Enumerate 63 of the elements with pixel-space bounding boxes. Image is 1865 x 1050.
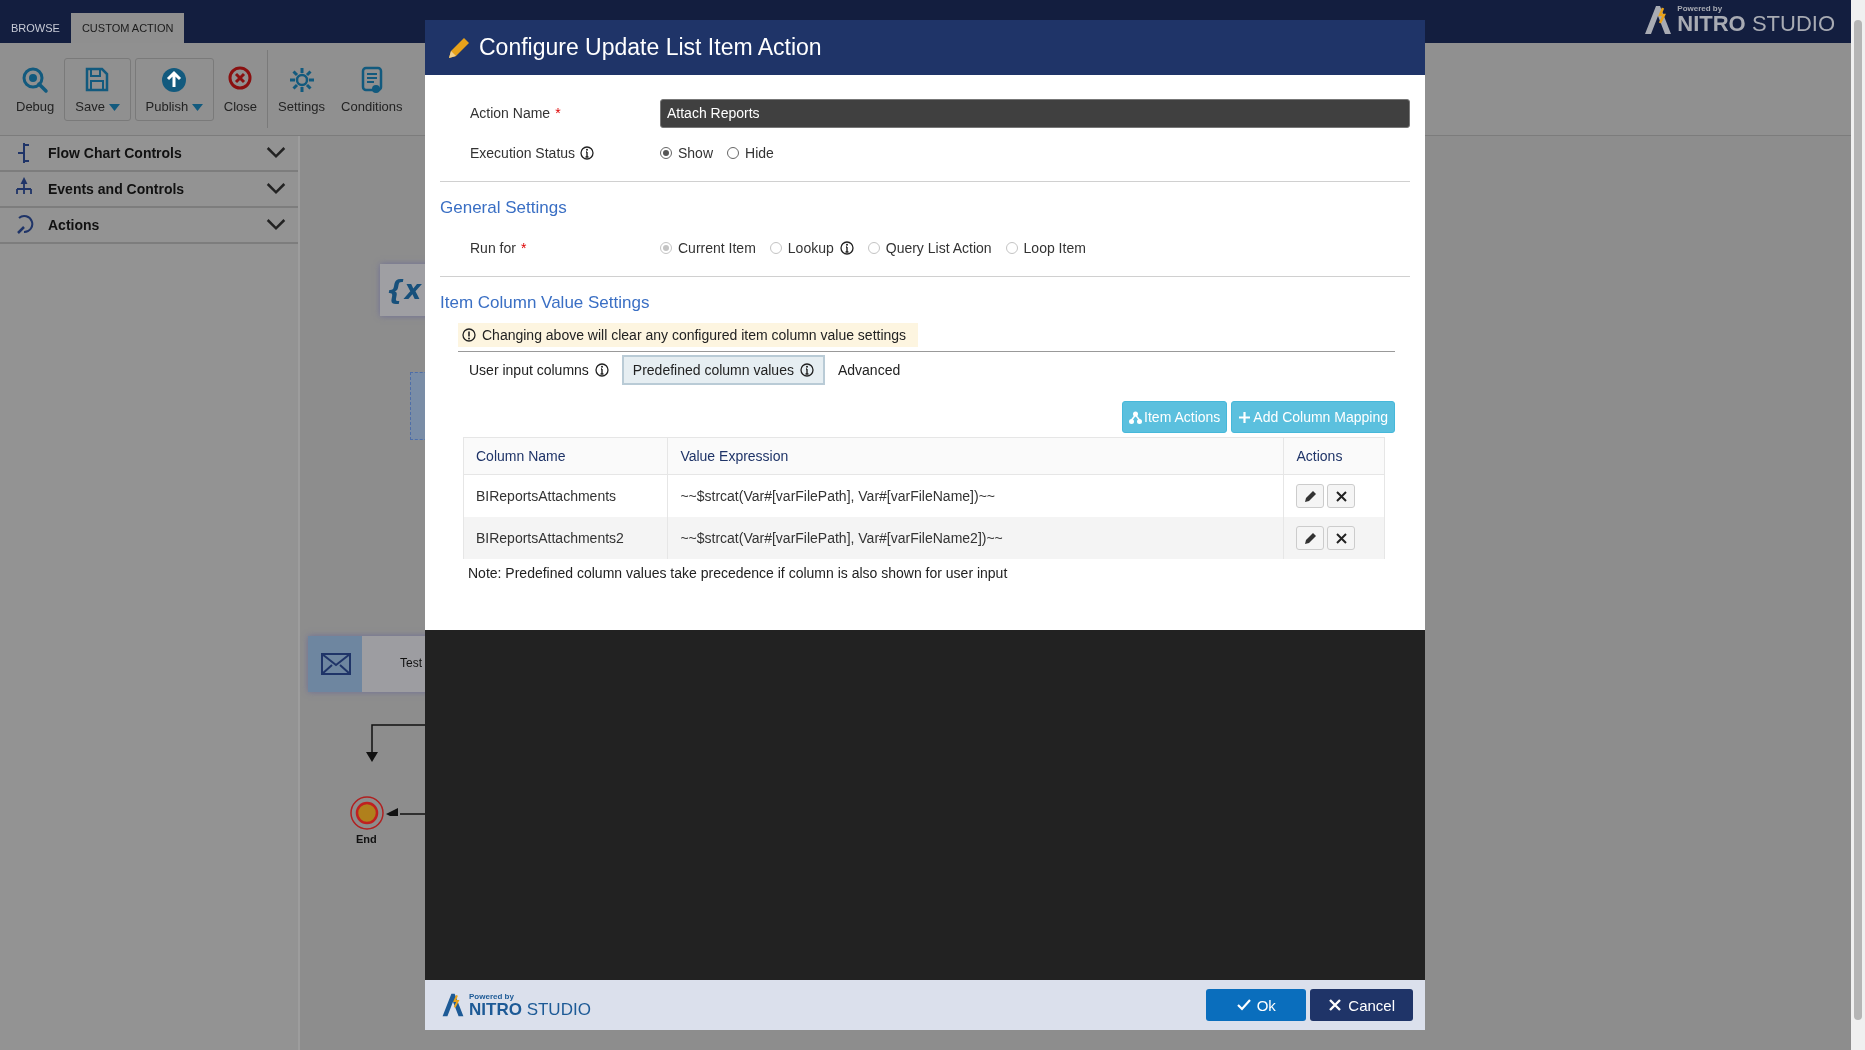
close-icon [1334,531,1348,545]
delete-button[interactable] [1327,484,1356,508]
caret-icon [191,103,203,111]
tab[interactable]: Advanced [826,355,912,385]
hierarchy-icon [1129,410,1143,424]
warning-text: Changing above will clear any configured item column value settings [482,327,907,343]
cancel-button[interactable]: Cancel [1310,989,1413,1021]
radio-label: Query List Action [885,240,992,256]
nitro-logo-icon [1643,4,1674,36]
section-heading: General Settings [440,198,568,218]
radio-label: Current Item [678,240,756,256]
edit-button[interactable] [1296,484,1325,508]
field-label: Action Name * [470,105,562,121]
envelope-icon [318,651,352,677]
radio-label: Lookup [787,240,834,256]
pencil-icon [1303,531,1317,545]
node-label: End [356,833,377,845]
ok-button[interactable]: Ok [1206,989,1307,1021]
toolbar-button[interactable]: Close [217,57,264,121]
field-label: Run for * [470,240,528,256]
sidebar-section[interactable]: Actions [0,208,298,244]
warning-icon [462,328,476,342]
toolbar-button[interactable]: Publish [134,57,214,121]
sidebar-section[interactable]: Events and Controls [0,172,298,208]
edit-button[interactable] [1296,526,1325,550]
tab[interactable]: Predefined column values [621,355,825,385]
sidebar-section[interactable]: Flow Chart Controls [0,136,298,172]
tab[interactable]: User input columns [458,355,620,385]
dialog-title: Configure Update List Item Action [479,34,822,61]
info-icon [580,146,595,160]
pencil-icon [1303,489,1317,503]
toolbar-button[interactable]: Settings [272,57,332,121]
info-icon [799,363,814,377]
column-header: Actions [1283,437,1385,475]
action-name-field[interactable]: Attach Reports [660,98,1410,128]
caret-icon [108,103,120,111]
node-label: Test [399,655,422,672]
brand-name: NITRO STUDIO [1677,13,1835,35]
brand-tagline: Powered by [469,992,515,1001]
ribbon-tab[interactable]: BROWSE [0,13,71,43]
plus-icon [1238,410,1252,424]
nitro-logo-icon [441,992,465,1018]
brand-tagline: Powered by [1677,5,1724,13]
toolbar-button[interactable]: Debug [10,57,61,121]
column-header: Value Expression [667,437,1284,475]
note-text: Note: Predefined column values take precedence if column is also shown for user input [468,565,1009,581]
table-cell: ~~$strcat(Var#[varFilePath], Var#[varFileName2])~~ [667,517,1284,559]
scrollbar-thumb[interactable] [1854,20,1862,1020]
radio-label: Show [678,145,714,161]
brand-name: NITRO STUDIO [469,1000,591,1018]
toolbar-button[interactable]: Save [64,57,131,121]
checkmark-icon [1236,998,1251,1012]
info-icon [594,363,609,377]
delete-button[interactable] [1327,526,1356,550]
field-label: Execution Status [470,145,576,161]
table-cell: BIReportsAttachments2 [463,517,668,559]
toolbar-button[interactable]: Conditions [335,57,409,121]
close-icon [1334,489,1348,503]
radio-label: Hide [745,145,774,161]
column-header: Column Name [463,437,668,475]
close-icon [1328,998,1343,1012]
radio-label: Loop Item [1023,240,1086,256]
ribbon-tab[interactable]: CUSTOM ACTION [70,13,185,43]
